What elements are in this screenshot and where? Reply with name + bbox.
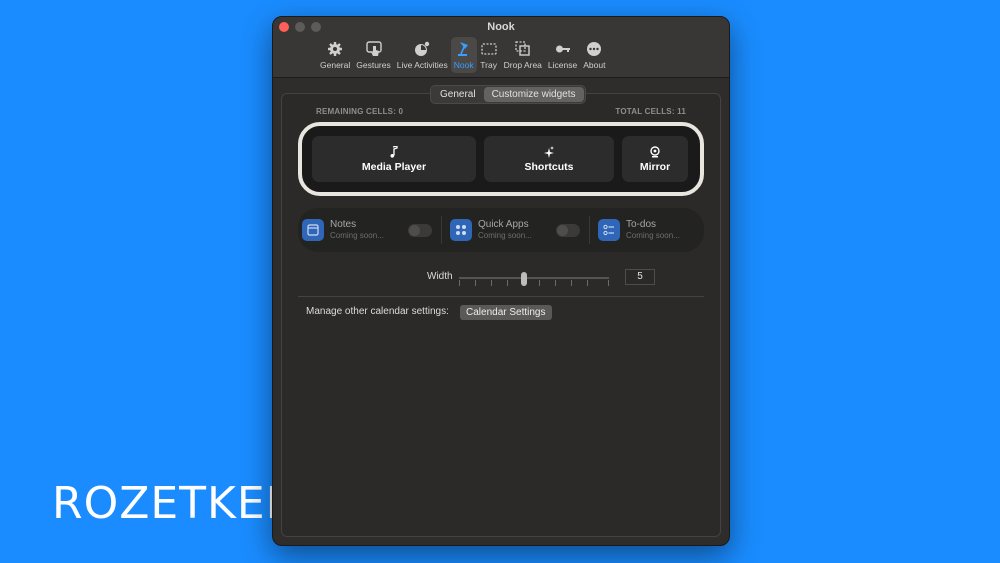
title-bar: Nook General Gestures Live Activities No… [273, 17, 729, 78]
slider-tick [587, 280, 588, 286]
tab-tray-label: Tray [480, 60, 497, 70]
widget-media-player-label: Media Player [361, 160, 427, 173]
slider-tick [491, 280, 492, 286]
widget-quick-apps-status: Coming soon... [478, 231, 532, 240]
divider [589, 216, 590, 244]
music-note-icon [390, 145, 398, 158]
calendar-settings-button[interactable]: Calendar Settings [460, 305, 552, 320]
width-setting: Width 5 [427, 269, 655, 286]
calendar-settings-label: Manage other calendar settings: [306, 306, 449, 317]
widget-todos-status: Coming soon... [626, 231, 680, 240]
tab-license-label: License [547, 60, 578, 70]
notes-toggle[interactable] [408, 224, 432, 237]
nook-lamp-icon [455, 40, 473, 58]
grid-icon [450, 219, 472, 241]
widget-notes-label: Notes [330, 219, 357, 230]
tab-about[interactable]: About [580, 37, 608, 73]
width-label: Width [427, 271, 453, 282]
widget-notes-item: Notes Coming soon... [302, 208, 432, 252]
webcam-icon [650, 145, 660, 157]
slider-tick [507, 280, 508, 286]
slider-tick [539, 280, 540, 286]
slider-tick [571, 280, 572, 286]
tab-tray[interactable]: Tray [477, 37, 501, 73]
slider-tick [608, 280, 609, 286]
segmented-control: General Customize widgets [430, 85, 586, 104]
preferences-toolbar: General Gestures Live Activities Nook Tr… [317, 37, 608, 73]
tab-gestures[interactable]: Gestures [353, 37, 394, 73]
tab-nook-label: Nook [453, 60, 474, 70]
tab-live-activities-label: Live Activities [396, 60, 448, 70]
cells-info: REMAINING CELLS: 0 TOTAL CELLS: 11 [316, 107, 686, 116]
gesture-hand-icon [365, 40, 383, 58]
live-activities-icon [413, 40, 431, 58]
quick-apps-toggle[interactable] [556, 224, 580, 237]
notes-icon [302, 219, 324, 241]
sparkles-icon [544, 145, 554, 158]
tab-drop-area-label: Drop Area [503, 60, 542, 70]
widgets-preview: Media Player Shortcuts Mirror [298, 122, 704, 196]
drop-area-icon [514, 40, 532, 58]
divider [441, 216, 442, 244]
separator [298, 296, 704, 297]
segment-customize-widgets[interactable]: Customize widgets [483, 87, 584, 102]
checklist-icon [598, 219, 620, 241]
widget-notes-status: Coming soon... [330, 231, 384, 240]
tab-general-label: General [320, 60, 351, 70]
total-cells: TOTAL CELLS: 11 [615, 107, 686, 116]
tab-drop-area[interactable]: Drop Area [501, 37, 545, 73]
calendar-settings-row: Manage other calendar settings: Calendar… [306, 305, 552, 320]
widget-media-player[interactable]: Media Player [312, 136, 476, 182]
width-slider[interactable] [459, 272, 609, 286]
segment-general[interactable]: General [432, 87, 484, 102]
widget-todos-label: To-dos [626, 219, 657, 230]
window-title: Nook [487, 21, 515, 33]
gear-icon [326, 40, 344, 58]
widget-quick-apps-item: Quick Apps Coming soon... [450, 208, 580, 252]
widget-todos-item: To-dos Coming soon... [598, 208, 680, 252]
key-icon [554, 40, 572, 58]
width-value-field[interactable]: 5 [625, 269, 655, 285]
widget-shortcuts[interactable]: Shortcuts [484, 136, 614, 182]
slider-tick [475, 280, 476, 286]
slider-thumb[interactable] [521, 272, 527, 286]
settings-window: Nook General Gestures Live Activities No… [272, 16, 730, 546]
upcoming-widgets: Notes Coming soon... Quick Apps Coming s… [298, 208, 704, 252]
widget-mirror[interactable]: Mirror [622, 136, 688, 182]
tab-nook[interactable]: Nook [450, 37, 477, 73]
watermark-logo: ROZETKED [52, 478, 301, 529]
nook-settings-panel: General Customize widgets REMAINING CELL… [281, 85, 721, 537]
tab-live-activities[interactable]: Live Activities [394, 37, 451, 73]
tray-icon [480, 40, 498, 58]
widget-shortcuts-label: Shortcuts [524, 160, 574, 173]
slider-tick [555, 280, 556, 286]
remaining-cells: REMAINING CELLS: 0 [316, 107, 404, 116]
tab-license[interactable]: License [545, 37, 580, 73]
tab-gestures-label: Gestures [356, 60, 391, 70]
ellipsis-icon [585, 40, 603, 58]
widget-mirror-label: Mirror [639, 160, 671, 173]
tab-general[interactable]: General [317, 37, 353, 73]
slider-tick [459, 280, 460, 286]
widget-quick-apps-label: Quick Apps [478, 219, 529, 230]
tab-about-label: About [583, 60, 606, 70]
